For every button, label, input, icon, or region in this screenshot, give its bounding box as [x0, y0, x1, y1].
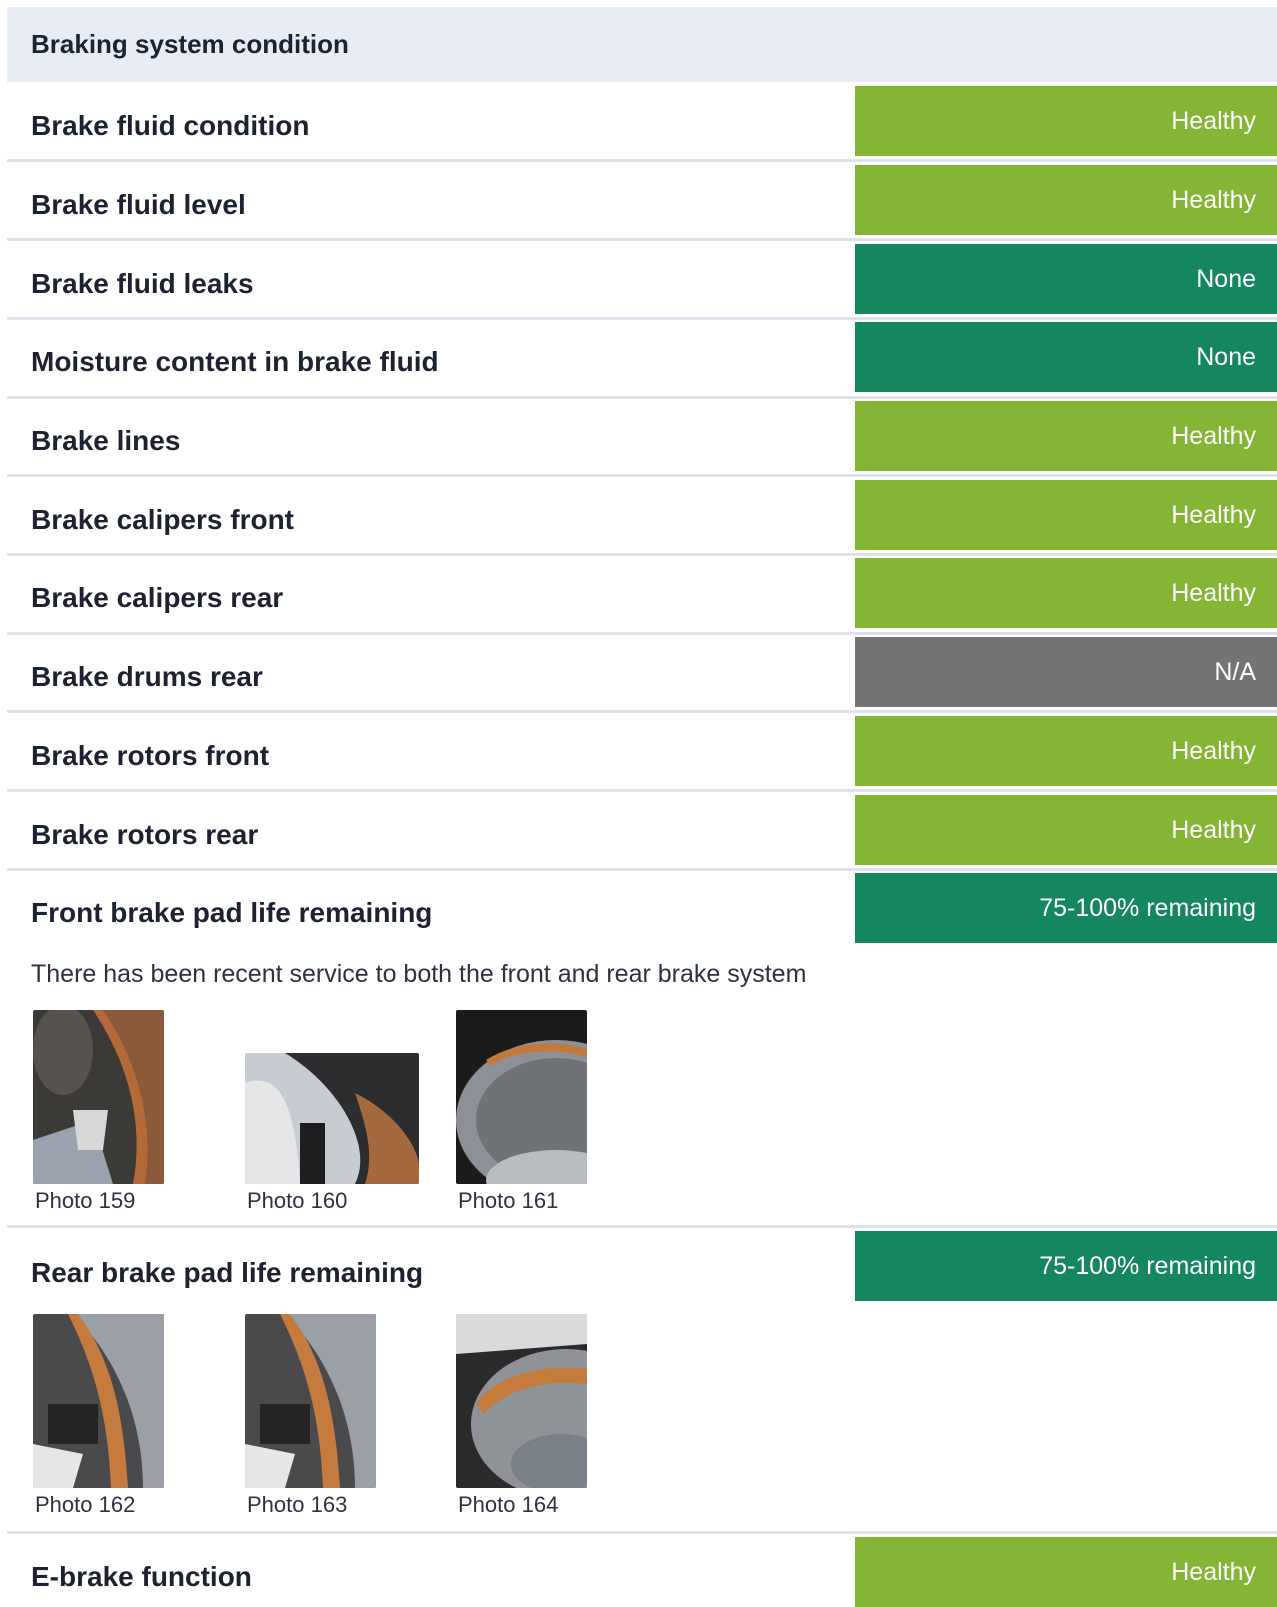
row-divider	[7, 789, 1277, 792]
photo-caption: Photo 161	[458, 1188, 559, 1213]
status-badge: Healthy	[855, 401, 1277, 471]
brake-photo-icon[interactable]	[456, 1010, 587, 1184]
inspection-row: Brake calipers front Healthy	[7, 480, 1277, 556]
row-divider	[7, 632, 1277, 635]
inspection-row: Brake rotors front Healthy	[7, 716, 1277, 792]
inspection-row: E-brake function Healthy	[7, 1537, 1277, 1607]
status-badge: None	[855, 244, 1277, 314]
status-badge: Healthy	[855, 165, 1277, 235]
status-badge: Healthy	[855, 558, 1277, 628]
row-divider	[7, 159, 1277, 162]
photo-caption: Photo 162	[35, 1492, 136, 1517]
row-label: Brake calipers front	[31, 504, 294, 535]
photo-caption: Photo 164	[458, 1492, 559, 1517]
inspection-row: Brake rotors rear Healthy	[7, 795, 1277, 871]
row-label: E-brake function	[31, 1561, 252, 1592]
status-badge: Healthy	[855, 795, 1277, 865]
status-badge: Healthy	[855, 1537, 1277, 1607]
inspection-row: Brake drums rear N/A	[7, 637, 1277, 713]
row-label: Brake lines	[31, 425, 181, 456]
section-header: Braking system condition	[7, 7, 1277, 82]
row-label: Brake rotors rear	[31, 819, 259, 850]
brake-photo-icon[interactable]	[456, 1314, 587, 1488]
inspection-row: Brake fluid condition Healthy	[7, 86, 1277, 162]
brake-photo-icon[interactable]	[33, 1314, 164, 1488]
row-label: Brake drums rear	[31, 661, 263, 692]
photo-caption: Photo 163	[247, 1492, 348, 1517]
row-label: Moisture content in brake fluid	[31, 346, 439, 377]
inspection-row: Brake fluid leaks None	[7, 244, 1277, 320]
status-badge: Healthy	[855, 480, 1277, 550]
status-badge: 75-100% remaining	[855, 873, 1277, 943]
row-label: Brake fluid condition	[31, 110, 310, 141]
row-divider	[7, 396, 1277, 399]
row-divider	[7, 1225, 1277, 1228]
row-label: Brake rotors front	[31, 740, 270, 771]
status-badge: 75-100% remaining	[855, 1231, 1277, 1301]
inspection-row: Moisture content in brake fluid None	[7, 322, 1277, 399]
rear-pad-row: Rear brake pad life remaining 75-100% re…	[7, 1231, 1277, 1534]
brake-photo-icon[interactable]	[245, 1314, 376, 1488]
status-badge: Healthy	[855, 716, 1277, 786]
brake-photo-icon[interactable]	[33, 1010, 164, 1184]
row-divider	[7, 553, 1277, 556]
inspection-row: Brake fluid level Healthy	[7, 165, 1277, 241]
brake-photo-icon[interactable]	[245, 1053, 419, 1184]
row-label: Brake fluid leaks	[31, 268, 254, 299]
row-divider	[7, 317, 1277, 320]
inspection-row: Brake calipers rear Healthy	[7, 558, 1277, 635]
status-badge: N/A	[855, 637, 1277, 707]
status-badge: None	[855, 322, 1277, 392]
status-badge: Healthy	[855, 86, 1277, 156]
row-divider	[7, 474, 1277, 477]
inspection-row: Brake lines Healthy	[7, 401, 1277, 477]
row-label: Rear brake pad life remaining	[31, 1257, 424, 1288]
row-label: Brake calipers rear	[31, 582, 284, 613]
row-label: Brake fluid level	[31, 189, 246, 220]
row-divider	[7, 868, 1277, 871]
front-pad-row: Front brake pad life remaining 75-100% r…	[7, 873, 1277, 1228]
row-divider	[7, 238, 1277, 241]
row-label: Front brake pad life remaining	[31, 897, 433, 928]
photo-caption: Photo 159	[35, 1188, 136, 1213]
photo-caption: Photo 160	[247, 1188, 348, 1213]
row-divider	[7, 1531, 1277, 1534]
section-title: Braking system condition	[31, 29, 349, 59]
row-divider	[7, 710, 1277, 713]
service-note: There has been recent service to both th…	[31, 960, 807, 988]
